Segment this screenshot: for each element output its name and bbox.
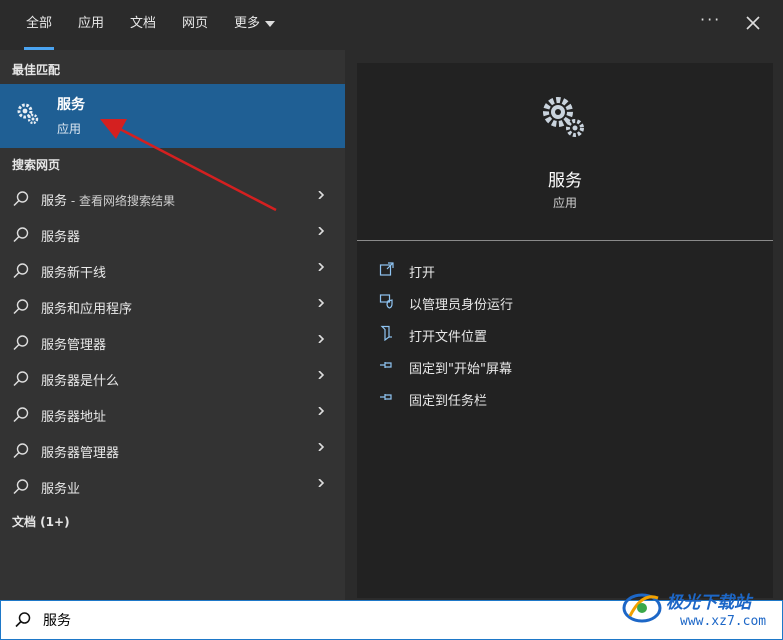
- web-result-item[interactable]: 服务新干线: [0, 252, 345, 288]
- web-result-label: 服务器管理器: [41, 442, 119, 461]
- web-result-suffix: - 查看网络搜索结果: [67, 194, 175, 208]
- web-result-item[interactable]: 服务 - 查看网络搜索结果: [0, 180, 345, 216]
- web-result-main: 服务器是什么: [41, 374, 120, 389]
- search-icon: [13, 299, 29, 315]
- open-icon: [379, 262, 394, 276]
- chevron-down-icon: [265, 20, 276, 27]
- folder-icon: [380, 325, 392, 341]
- action-pin-to-start-label: 固定到"开始"屏幕: [409, 362, 512, 377]
- chevron-right-icon[interactable]: [317, 479, 325, 487]
- web-result-label: 服务业: [41, 478, 80, 497]
- web-result-label: 服务 - 查看网络搜索结果: [41, 190, 175, 209]
- web-result-label: 服务器地址: [41, 406, 106, 425]
- web-result-label: 服务管理器: [41, 334, 106, 353]
- tab-documents[interactable]: 文档: [130, 0, 156, 50]
- divider: [357, 240, 773, 241]
- web-result-main: 服务业: [41, 482, 81, 497]
- web-result-main: 服务和应用程序: [41, 302, 133, 317]
- results-panel: 最佳匹配 服务 应用 搜索网页 服务 - 查看网络搜索结果服务器服务新干线服务和…: [0, 50, 345, 600]
- watermark-logo: [622, 593, 662, 623]
- web-result-item[interactable]: 服务业: [0, 468, 345, 504]
- gears-icon: [543, 97, 584, 137]
- chevron-right-icon[interactable]: [317, 335, 325, 343]
- chevron-right-icon[interactable]: [317, 227, 325, 235]
- action-open-label: 打开: [409, 266, 436, 281]
- close-icon[interactable]: [742, 12, 764, 34]
- search-icon: [13, 227, 29, 243]
- chevron-right-icon[interactable]: [317, 299, 325, 307]
- web-result-main: 服务新干线: [41, 266, 107, 281]
- tab-all[interactable]: 全部: [23, 0, 55, 50]
- web-result-label: 服务和应用程序: [41, 298, 132, 317]
- web-result-item[interactable]: 服务器地址: [0, 396, 345, 432]
- gears-icon: [17, 103, 39, 125]
- section-best-match: 最佳匹配: [12, 63, 61, 77]
- web-result-label: 服务新干线: [41, 262, 106, 281]
- web-result-item[interactable]: 服务器: [0, 216, 345, 252]
- search-icon: [13, 407, 29, 423]
- web-result-item[interactable]: 服务器是什么: [0, 360, 345, 396]
- chevron-right-icon[interactable]: [317, 371, 325, 379]
- watermark: 极光下载站 www.xz7.com: [620, 586, 780, 638]
- action-run-as-admin-label: 以管理员身份运行: [409, 298, 514, 313]
- web-result-label: 服务器是什么: [41, 370, 119, 389]
- web-result-item[interactable]: 服务管理器: [0, 324, 345, 360]
- tab-apps[interactable]: 应用: [78, 0, 104, 50]
- action-open-file-location-label: 打开文件位置: [409, 330, 488, 345]
- detail-panel: 服务 应用 打开 以管理员身份运行 打开文件位置 固定到"开始"屏幕 固定到任务…: [357, 63, 773, 598]
- tab-more[interactable]: 更多: [234, 0, 276, 50]
- search-icon: [13, 479, 29, 495]
- web-result-main: 服务器地址: [41, 410, 107, 425]
- section-search-web: 搜索网页: [12, 158, 61, 172]
- search-icon: [15, 612, 31, 628]
- section-documents: 文档 (1+): [12, 515, 70, 529]
- shield-icon: [379, 294, 393, 309]
- more-options-icon[interactable]: ···: [700, 10, 721, 29]
- best-match-subtitle: 应用: [57, 122, 82, 136]
- web-result-main: 服务器管理器: [41, 446, 120, 461]
- top-bar: 全部 应用 文档 网页 更多 ···: [0, 0, 783, 50]
- search-input[interactable]: [41, 607, 605, 633]
- web-result-main: 服务管理器: [41, 338, 107, 353]
- chevron-right-icon[interactable]: [317, 443, 325, 451]
- chevron-right-icon[interactable]: [317, 407, 325, 415]
- search-icon: [13, 335, 29, 351]
- web-result-label: 服务器: [41, 226, 80, 245]
- watermark-url: www.xz7.com: [680, 614, 767, 629]
- search-icon: [13, 263, 29, 279]
- search-icon: [13, 191, 29, 207]
- watermark-text: 极光下载站: [666, 593, 751, 613]
- search-icon: [13, 371, 29, 387]
- chevron-right-icon[interactable]: [317, 191, 325, 199]
- web-result-item[interactable]: 服务器管理器: [0, 432, 345, 468]
- detail-subtitle: 应用: [552, 196, 577, 210]
- best-match-title: 服务: [57, 97, 85, 113]
- web-result-main: 服务器: [41, 230, 81, 245]
- tab-more-label: 更多: [234, 16, 261, 31]
- action-pin-to-taskbar-label: 固定到任务栏: [409, 394, 488, 409]
- tab-web[interactable]: 网页: [182, 0, 208, 50]
- search-icon: [13, 443, 29, 459]
- web-result-item[interactable]: 服务和应用程序: [0, 288, 345, 324]
- pin-icon: [380, 394, 392, 400]
- detail-title: 服务: [548, 171, 582, 191]
- best-match-item[interactable]: 服务 应用: [0, 84, 345, 148]
- pin-icon: [380, 362, 392, 368]
- web-result-main: 服务: [41, 194, 68, 209]
- chevron-right-icon[interactable]: [317, 263, 325, 271]
